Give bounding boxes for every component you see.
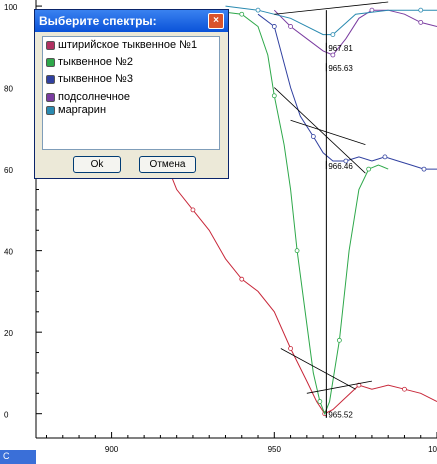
spectrum-label: тыквенное №3 (58, 73, 133, 85)
series-point (239, 276, 245, 282)
series-point (330, 52, 336, 58)
series-point (421, 166, 427, 172)
y-tick-label: 100 (4, 3, 18, 12)
spectrum-label: подсолнечное (58, 91, 131, 103)
series-point (336, 337, 342, 343)
spectrum-item-5[interactable]: маргарин (43, 104, 219, 117)
series-point (310, 134, 316, 139)
checkbox-icon[interactable] (46, 75, 55, 84)
checkbox-icon[interactable] (46, 41, 55, 50)
series-line-4 (273, 9, 437, 56)
checkbox-icon[interactable] (46, 58, 55, 67)
series-point (239, 11, 245, 17)
spectrum-label: маргарин (58, 104, 107, 116)
x-tick-label: 1000 (428, 445, 437, 454)
spectrum-item-1[interactable]: штирийское тыквенное №1 (43, 37, 219, 54)
checkbox-icon[interactable] (46, 93, 55, 102)
checkbox-icon[interactable] (46, 106, 55, 115)
annotation-label: 965.63 (328, 64, 353, 73)
annotation-label: 965.52 (328, 411, 353, 420)
y-tick-label: 80 (4, 85, 13, 94)
tangent-line (290, 119, 366, 146)
close-icon[interactable]: × (208, 13, 224, 29)
chart-annotations: 967.81 965.63 966.46 965.52 (274, 1, 389, 420)
series-line-3 (257, 13, 437, 170)
spectra-list: штирийское тыквенное №1 тыквенное №2 тык… (42, 36, 220, 150)
annotation-label: 967.81 (328, 44, 353, 53)
cancel-button[interactable]: Отмена (139, 156, 196, 173)
series-point (271, 93, 277, 99)
x-tick-label: 950 (268, 445, 282, 454)
y-tick-label: 20 (4, 329, 13, 338)
series-point (294, 248, 300, 254)
spectrum-label: штирийское тыквенное №1 (58, 39, 198, 51)
series-point (317, 399, 323, 404)
y-tick-label: 60 (4, 166, 13, 175)
annotation-label: 966.46 (328, 162, 353, 171)
x-tick-label: 900 (105, 445, 119, 454)
series-point (271, 24, 277, 29)
tangent-line (274, 87, 366, 174)
series-point (382, 154, 388, 160)
series-line-2 (209, 9, 389, 416)
series-point (255, 7, 261, 13)
taskbar-label: С (3, 451, 10, 461)
series-point (418, 19, 424, 25)
ok-button[interactable]: Ok (73, 156, 121, 173)
series-point (288, 24, 293, 29)
spectrum-label: тыквенное №2 (58, 56, 133, 68)
series-point (402, 386, 407, 392)
series-point (330, 32, 336, 38)
series-point (190, 207, 196, 213)
spectrum-item-3[interactable]: тыквенное №3 (43, 71, 219, 88)
dialog-title-bar: Выберите спектры: × (35, 10, 228, 32)
spectrum-item-4[interactable]: подсолнечное (43, 91, 219, 104)
tangent-line (280, 348, 356, 390)
series-point (366, 166, 372, 172)
spectrum-item-2[interactable]: тыквенное №2 (43, 54, 219, 71)
taskbar-start-button[interactable]: С (0, 450, 36, 464)
dialog-title: Выберите спектры: (39, 14, 157, 28)
y-tick-label: 0 (4, 411, 9, 420)
series-point (418, 7, 424, 13)
y-tick-label: 40 (4, 248, 13, 257)
series-point (288, 346, 293, 351)
select-spectra-dialog: Выберите спектры: × штирийское тыквенное… (34, 9, 229, 179)
